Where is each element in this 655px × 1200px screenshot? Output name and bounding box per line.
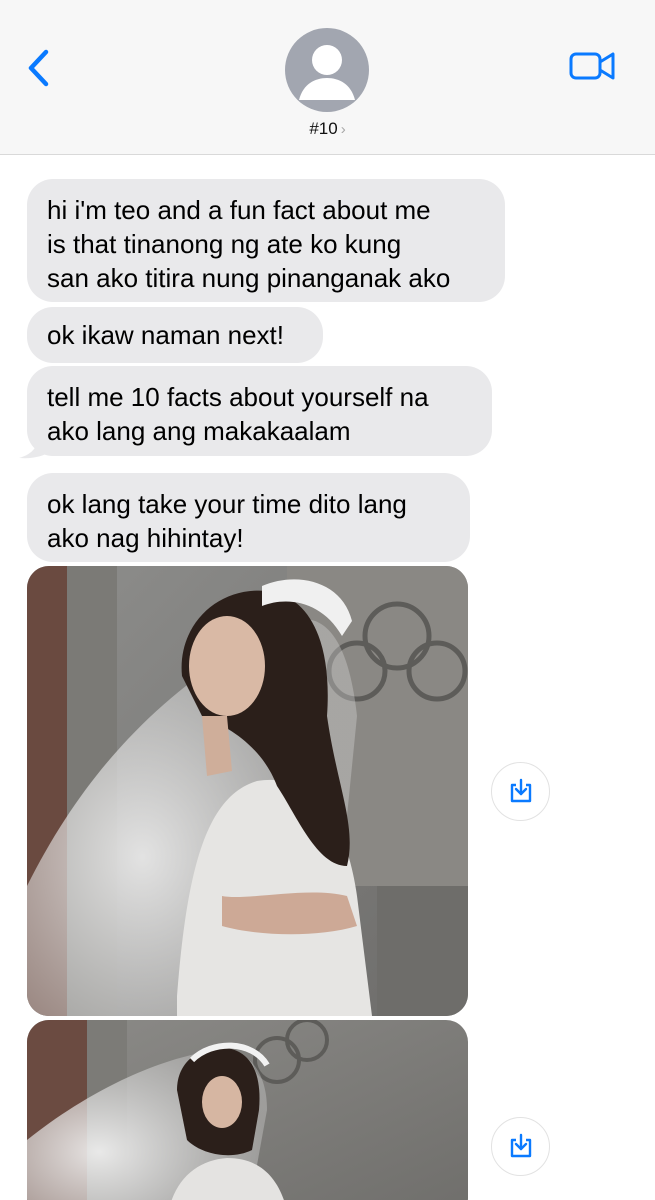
chevron-right-icon: › xyxy=(340,121,346,138)
bubble-tail xyxy=(19,432,53,459)
conversation-header: #10 › xyxy=(0,0,655,155)
facetime-video-button[interactable] xyxy=(568,48,618,84)
back-button[interactable] xyxy=(22,46,56,90)
message-bubble-incoming[interactable]: ok ikaw naman next! xyxy=(27,307,323,363)
message-bubble-incoming[interactable]: ok lang take your time dito lang ako nag… xyxy=(27,473,470,562)
person-silhouette-icon xyxy=(299,45,355,100)
contact-name-link[interactable]: #10 › xyxy=(0,119,655,139)
chevron-left-icon xyxy=(28,49,49,87)
save-image-button[interactable] xyxy=(491,1117,550,1176)
photo-bride-veil xyxy=(27,566,468,1016)
save-image-button[interactable] xyxy=(491,762,550,821)
video-camera-icon xyxy=(569,52,615,80)
messages-screen: #10 › hi i'm teo and a fun fact about me … xyxy=(0,0,655,1200)
image-attachment[interactable] xyxy=(27,1020,468,1200)
message-bubble-incoming[interactable]: hi i'm teo and a fun fact about me is th… xyxy=(27,179,505,302)
image-attachment[interactable] xyxy=(27,566,468,1016)
contact-name: #10 xyxy=(309,119,338,138)
save-download-icon xyxy=(510,1133,532,1158)
save-download-icon xyxy=(510,778,532,803)
message-bubble-incoming[interactable]: tell me 10 facts about yourself na ako l… xyxy=(27,366,492,456)
photo-bride-veil xyxy=(27,1020,468,1200)
contact-avatar[interactable] xyxy=(285,28,369,112)
